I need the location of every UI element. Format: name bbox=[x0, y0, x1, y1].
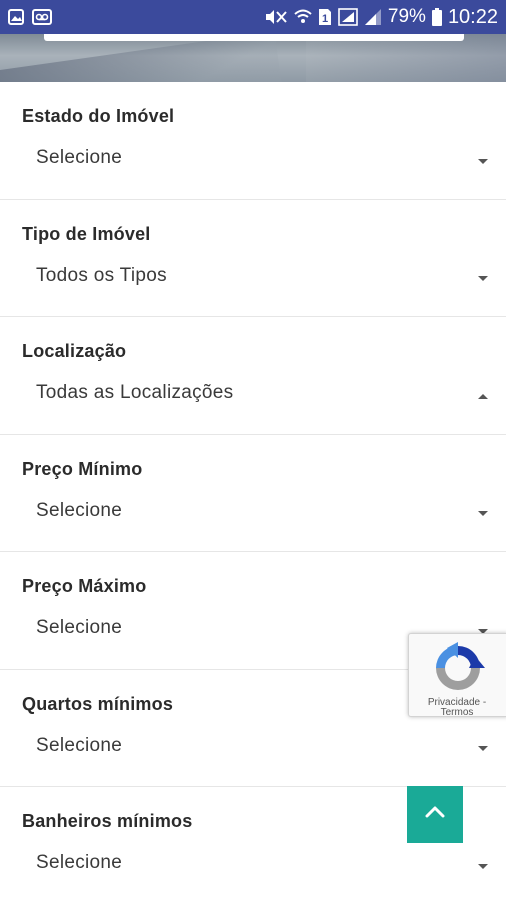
caret-down-icon bbox=[478, 863, 488, 869]
select-value: Selecione bbox=[36, 499, 123, 521]
back-to-top-button[interactable] bbox=[407, 786, 463, 843]
battery-icon bbox=[431, 8, 442, 26]
recaptcha-logo-icon bbox=[431, 642, 485, 699]
chevron-up-icon bbox=[425, 805, 445, 824]
search-bar-edge bbox=[44, 34, 464, 41]
preco-minimo-select[interactable]: Selecione bbox=[22, 491, 488, 531]
field-estado-do-imovel: Estado do Imóvel Selecione bbox=[0, 82, 506, 200]
recaptcha-separator: - bbox=[480, 697, 487, 708]
field-tipo-de-imovel: Tipo de Imóvel Todos os Tipos bbox=[0, 200, 506, 317]
caret-down-icon bbox=[478, 511, 488, 516]
recaptcha-terms-link[interactable]: Termos bbox=[441, 707, 474, 718]
estado-do-imovel-select[interactable]: Selecione bbox=[22, 138, 488, 178]
localizacao-select[interactable]: Todas as Localizações bbox=[22, 373, 488, 413]
caret-down-icon bbox=[478, 746, 488, 751]
mute-icon bbox=[264, 8, 288, 26]
select-value: Selecione bbox=[36, 734, 123, 756]
status-bar: 1 79% 10:22 bbox=[0, 0, 506, 34]
battery-percent: 79% bbox=[387, 6, 426, 27]
recaptcha-badge[interactable]: Privacidade - Termos bbox=[408, 633, 506, 718]
signal-icon bbox=[364, 8, 382, 26]
svg-text:1: 1 bbox=[322, 13, 328, 25]
field-label: Localização bbox=[22, 341, 127, 361]
clock: 10:22 bbox=[447, 5, 498, 28]
field-label: Tipo de Imóvel bbox=[22, 223, 151, 244]
field-label: Quartos mínimos bbox=[22, 693, 174, 714]
field-localizacao: Localização Todas as Localizações bbox=[0, 317, 506, 435]
caret-down-icon bbox=[478, 276, 488, 281]
select-value: Todas as Localizações bbox=[36, 382, 234, 403]
tipo-de-imovel-select[interactable]: Todos os Tipos bbox=[22, 256, 488, 296]
recaptcha-links: Privacidade - Termos bbox=[409, 698, 505, 718]
hero-image bbox=[0, 34, 506, 82]
wifi-icon bbox=[294, 8, 312, 26]
select-value: Selecione bbox=[36, 852, 123, 873]
data-signal-icon bbox=[338, 8, 358, 26]
select-value: Todos os Tipos bbox=[36, 264, 167, 286]
hero-image-detail bbox=[0, 34, 283, 82]
hero-image-shade bbox=[306, 34, 506, 82]
select-value: Selecione bbox=[36, 617, 123, 638]
caret-up-icon bbox=[478, 393, 488, 399]
select-value: Selecione bbox=[36, 147, 123, 168]
voicemail-icon bbox=[32, 9, 52, 25]
caret-down-icon bbox=[478, 158, 488, 164]
property-search-form: Estado do Imóvel Selecione Tipo de Imóve… bbox=[0, 82, 506, 900]
field-label: Estado do Imóvel bbox=[22, 106, 175, 126]
field-preco-minimo: Preço Mínimo Selecione bbox=[0, 435, 506, 552]
field-label: Banheiros mínimos bbox=[22, 811, 193, 831]
quartos-minimos-select[interactable]: Selecione bbox=[22, 726, 488, 766]
banheiros-minimos-select[interactable]: Selecione bbox=[22, 843, 488, 883]
image-icon bbox=[8, 9, 24, 25]
sim-icon: 1 bbox=[318, 8, 332, 26]
field-label: Preço Mínimo bbox=[22, 458, 143, 479]
field-label: Preço Máximo bbox=[22, 576, 147, 596]
